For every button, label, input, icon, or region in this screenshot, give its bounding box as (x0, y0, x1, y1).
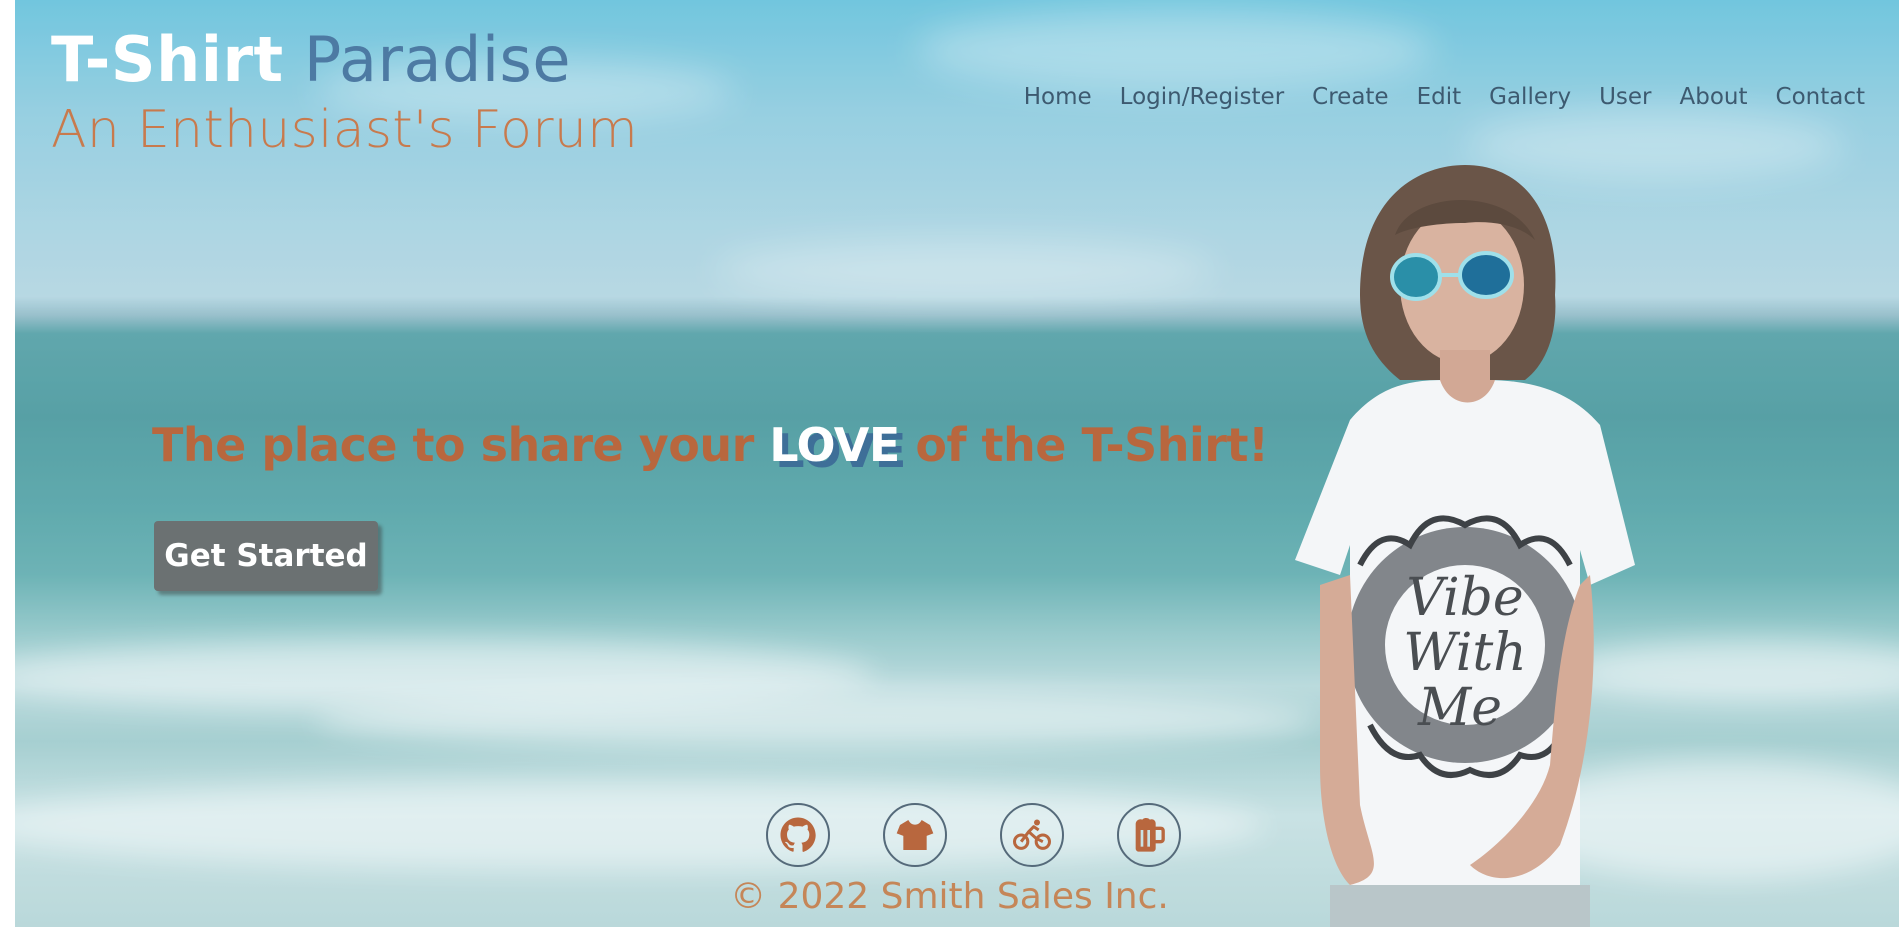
nav-about[interactable]: About (1680, 84, 1748, 110)
footer-copyright: © 2022 Smith Sales Inc. (730, 876, 1169, 917)
nav-gallery[interactable]: Gallery (1489, 84, 1571, 110)
shirt-print-line1: Vibe (1406, 568, 1523, 628)
site-title[interactable]: T-Shirt Paradise (51, 22, 638, 98)
github-link[interactable] (766, 803, 830, 867)
hero-headline: The place to share your LOVE of the T-Sh… (152, 418, 1269, 472)
site-title-paradise: Paradise (303, 23, 571, 96)
nav-user[interactable]: User (1599, 84, 1651, 110)
nav-home[interactable]: Home (1024, 84, 1092, 110)
site-title-tshirt: T-Shirt (51, 23, 284, 96)
nav-edit[interactable]: Edit (1417, 84, 1462, 110)
woman-in-tshirt-photo: Vibe With Me (1295, 165, 1635, 927)
hero-headline-love: LOVE (769, 418, 900, 472)
nav-login-register[interactable]: Login/Register (1120, 84, 1285, 110)
github-icon (780, 817, 816, 852)
bicycle-link[interactable] (1000, 803, 1064, 867)
get-started-button[interactable]: Get Started (154, 521, 378, 591)
hero-headline-before: The place to share your (152, 418, 770, 472)
tshirt-link[interactable] (883, 803, 947, 867)
shirt-print-line2: With (1403, 623, 1527, 683)
bicycle-icon (1013, 819, 1051, 850)
shirt-print-line3: Me (1417, 678, 1502, 738)
nav-contact[interactable]: Contact (1776, 84, 1865, 110)
tshirt-icon (896, 820, 934, 850)
beer-mug-icon (1135, 818, 1165, 852)
hero-headline-after: of the T-Shirt! (899, 418, 1269, 472)
main-nav: Home Login/Register Create Edit Gallery … (996, 84, 1865, 110)
site-brand: T-Shirt Paradise An Enthusiast's Forum (51, 22, 638, 162)
beer-link[interactable] (1117, 803, 1181, 867)
site-tagline: An Enthusiast's Forum (51, 100, 639, 160)
nav-create[interactable]: Create (1312, 84, 1388, 110)
